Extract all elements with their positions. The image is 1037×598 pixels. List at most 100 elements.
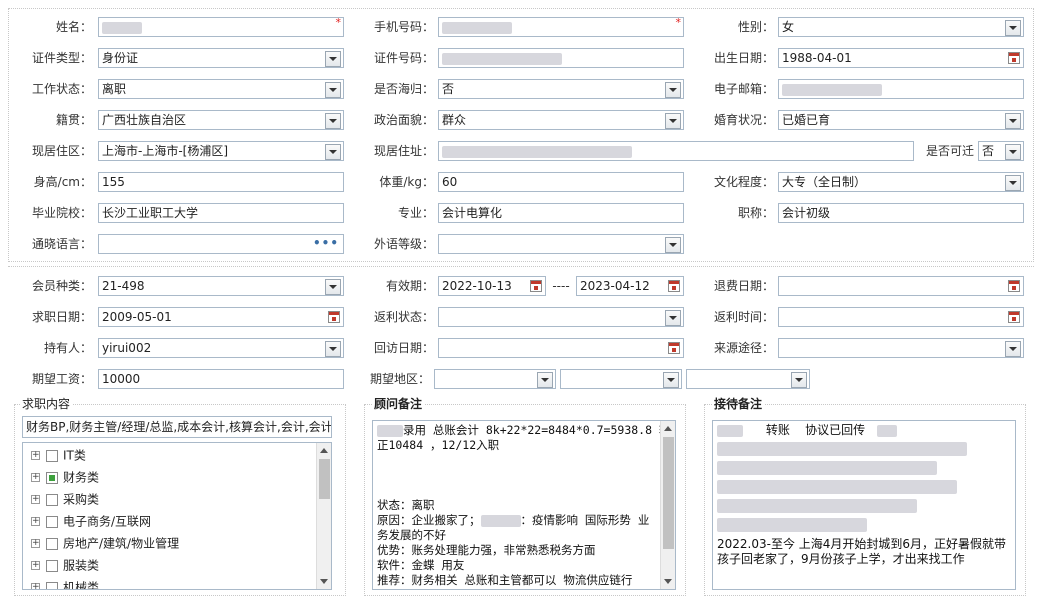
phone-field[interactable]: * [438,17,684,37]
source-label: 来源途径： [713,341,774,355]
idno-label: 证件号码： [373,51,434,65]
advisor-scrollbar[interactable] [660,421,675,589]
holder-select[interactable]: yirui002 [98,338,344,358]
returnee-value: 否 [442,82,455,96]
scroll-thumb[interactable] [319,459,330,499]
tree-item-label: 机械类 [63,580,100,590]
gender-select[interactable]: 女 [778,17,1024,37]
area-city-select[interactable] [560,369,682,389]
tree-item[interactable]: + 财务类 [31,467,99,487]
tree-item[interactable]: + 采购类 [31,489,99,509]
calendar-icon[interactable] [530,280,542,292]
height-field[interactable]: 155 [98,172,344,192]
email-label: 电子邮箱： [713,82,774,96]
calendar-icon[interactable] [668,280,680,292]
marital-value: 已婚已育 [782,113,831,127]
weight-value: 60 [442,175,458,189]
address-field[interactable] [438,141,914,161]
calendar-icon[interactable] [1008,280,1020,292]
rebate-status-select[interactable] [438,307,684,327]
tree-scrollbar[interactable] [316,443,331,589]
calendar-icon[interactable] [328,311,340,323]
native-select[interactable]: 广西壮族自治区 [98,110,344,130]
valid-from-field[interactable]: 2022-10-13 [438,276,546,296]
tree-item[interactable]: + 机械类 [31,577,100,590]
email-redacted [782,83,882,96]
checkbox[interactable] [46,515,58,528]
checkbox[interactable] [46,449,58,462]
area-province-select[interactable] [434,369,556,389]
returnee-select[interactable]: 否 [438,79,684,99]
name-redacted [102,21,142,34]
jobdate-field[interactable]: 2009-05-01 [98,307,344,327]
expand-icon[interactable]: + [31,451,40,460]
tree-item[interactable]: + 电子商务/互联网 [31,511,151,531]
expand-icon[interactable]: + [31,561,40,570]
chevron-down-icon [795,378,803,382]
name-field[interactable]: * [98,17,344,37]
relocate-select[interactable]: 否 [978,141,1024,161]
advisor-notes-textarea[interactable]: 录用 总账会计 8k+22*22=8484*0.7=5938.8 转 正1048… [372,420,676,590]
member-type-select[interactable]: 21-498 [98,276,344,296]
expand-icon[interactable]: + [31,539,40,548]
job-category-tree[interactable]: + IT类 + 财务类 + 采购类 + 电子商务/互联网 + 房地产/建筑/物业管理 + 服… [22,442,332,590]
weight-label: 体重/kg： [379,175,434,189]
birthday-field[interactable]: 1988-04-01 [778,48,1024,68]
workstatus-label: 工作状态： [31,82,92,96]
workstatus-value: 离职 [102,82,127,96]
calendar-icon[interactable] [1008,311,1020,323]
scroll-thumb[interactable] [663,437,674,549]
email-field[interactable] [778,79,1024,99]
height-label: 身高/cm： [33,175,92,189]
major-field[interactable]: 会计电算化 [438,203,684,223]
refund-date-field[interactable] [778,276,1024,296]
advisor-line: 正10484 ，12/12入职 [377,438,500,452]
scroll-down-icon[interactable] [320,579,328,584]
calendar-icon[interactable] [1008,52,1020,64]
idno-field[interactable] [438,48,684,68]
checkbox[interactable] [46,559,58,572]
valid-to-field[interactable]: 2023-04-12 [576,276,684,296]
school-field[interactable]: 长沙工业职工大学 [98,203,344,223]
weight-field[interactable]: 60 [438,172,684,192]
foreign-select[interactable] [438,234,684,254]
advisor-line: ：疫情影响 国际形势 业 [520,513,650,527]
source-select[interactable] [778,338,1024,358]
checkbox[interactable] [46,493,58,506]
salary-field[interactable]: 10000 [98,369,344,389]
marital-label: 婚育状况： [713,113,774,127]
more-icon[interactable]: ••• [313,235,339,252]
political-select[interactable]: 群众 [438,110,684,130]
checkbox[interactable] [46,537,58,550]
scroll-up-icon[interactable] [664,426,672,431]
name-label: 姓名： [55,20,92,34]
expand-icon[interactable]: + [31,517,40,526]
school-value: 长沙工业职工大学 [102,206,199,220]
visit-date-field[interactable] [438,338,684,358]
residence-select[interactable]: 上海市-上海市-[杨浦区] [98,141,344,161]
reception-notes-textarea[interactable]: 转账 协议已回传 2022.03-至今 上海4月开始封城到6月，正好暑假就带 孩… [712,420,1016,590]
scroll-down-icon[interactable] [664,579,672,584]
tree-item[interactable]: + 服装类 [31,555,99,575]
marital-select[interactable]: 已婚已育 [778,110,1024,130]
scroll-up-icon[interactable] [320,448,328,453]
expand-icon[interactable]: + [31,583,40,589]
title-field[interactable]: 会计初级 [778,203,1024,223]
education-select[interactable]: 大专（全日制） [778,172,1024,192]
expand-icon[interactable]: + [31,495,40,504]
chevron-down-icon [329,150,337,154]
idno-redacted [442,52,562,65]
expand-icon[interactable]: + [31,473,40,482]
workstatus-select[interactable]: 离职 [98,79,344,99]
tree-item[interactable]: + 房地产/建筑/物业管理 [31,533,179,553]
checkbox[interactable] [46,581,58,589]
area-district-select[interactable] [686,369,810,389]
checkbox[interactable] [46,471,58,484]
calendar-icon[interactable] [668,342,680,354]
idtype-select[interactable]: 身份证 [98,48,344,68]
holder-label: 持有人： [43,341,92,355]
rebate-time-field[interactable] [778,307,1024,327]
job-summary-field[interactable]: 财务BP,财务主管/经理/总监,成本会计,核算会计,会计,会计, [22,416,332,438]
language-field[interactable]: ••• [98,234,344,254]
tree-item[interactable]: + IT类 [31,445,86,465]
